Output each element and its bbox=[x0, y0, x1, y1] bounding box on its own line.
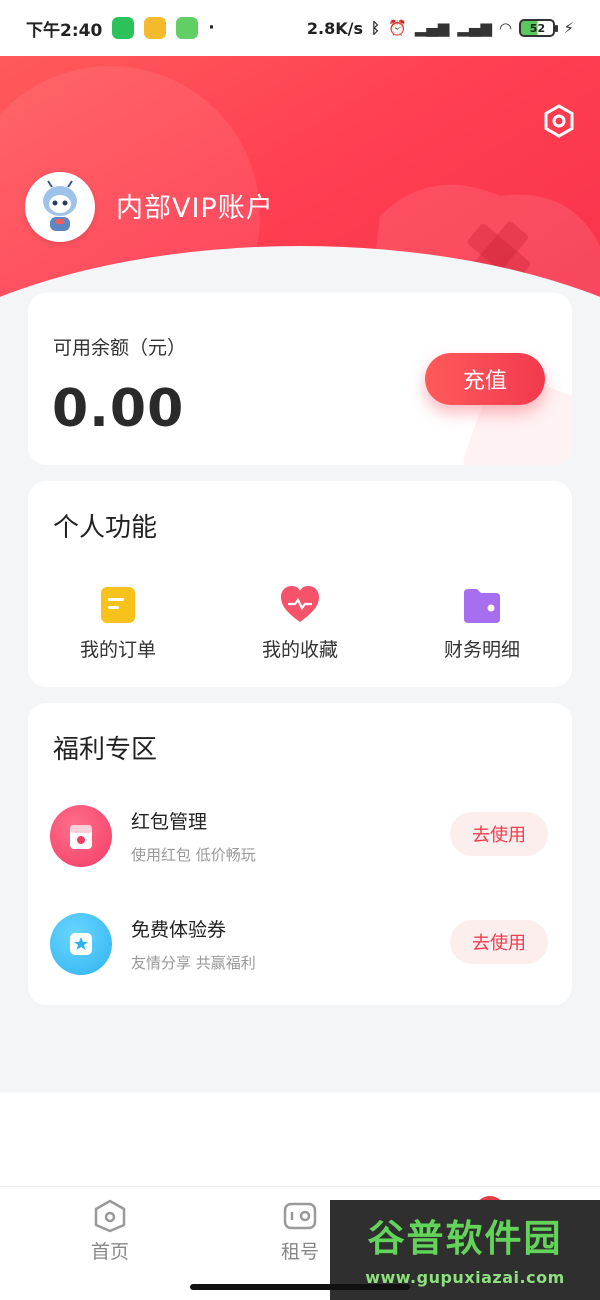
bluetooth-icon: ᛒ bbox=[370, 19, 380, 37]
alarm-icon: ⏰ bbox=[388, 19, 407, 37]
welfare-card: 福利专区 红包管理 使用红包 低价畅玩 去使用 免费体验券 友情分享 共赢福利 … bbox=[28, 703, 572, 1005]
watermark-title: 谷普软件园 bbox=[367, 1217, 563, 1260]
coupon-icon bbox=[50, 913, 112, 975]
battery-icon: 52 bbox=[519, 19, 559, 37]
tab-label: 首页 bbox=[90, 1241, 129, 1263]
signal-hd-icon: ▂▄▆ bbox=[414, 19, 450, 37]
finance-details-button[interactable]: 财务明细 bbox=[412, 585, 552, 662]
network-speed: 2.8K/s bbox=[306, 18, 363, 38]
settings-hexagon-icon[interactable] bbox=[542, 104, 576, 138]
func-label: 财务明细 bbox=[443, 639, 520, 661]
robot-mascot-icon bbox=[43, 180, 77, 231]
wechat-icon bbox=[112, 17, 135, 39]
home-icon bbox=[94, 1199, 126, 1233]
battery-level: 52 bbox=[529, 21, 546, 35]
red-packet-icon bbox=[50, 805, 112, 867]
charging-icon: ⚡ bbox=[563, 19, 574, 37]
list-item: 红包管理 使用红包 低价畅玩 去使用 bbox=[28, 795, 572, 881]
use-red-packet-button[interactable]: 去使用 bbox=[450, 812, 548, 856]
func-label: 我的订单 bbox=[79, 639, 156, 661]
status-bar: 下午2:40 · 2.8K/s ᛒ ⏰ ▂▄▆ ▂▄▆ ◠ 52 ⚡ bbox=[0, 0, 600, 56]
use-coupon-button[interactable]: 去使用 bbox=[450, 920, 548, 964]
balance-label: 可用余额（元） bbox=[53, 337, 187, 359]
balance-value: 0.00 bbox=[52, 379, 185, 439]
func-label: 我的收藏 bbox=[261, 639, 338, 661]
recharge-button[interactable]: 充值 bbox=[425, 353, 545, 405]
wallet-folder-icon bbox=[464, 589, 500, 623]
welfare-subtitle: 使用红包 低价畅玩 bbox=[131, 846, 256, 864]
my-orders-button[interactable]: 我的订单 bbox=[48, 585, 188, 662]
gamepad-icon bbox=[283, 1202, 317, 1230]
my-favorites-button[interactable]: 我的收藏 bbox=[230, 585, 370, 662]
balance-card: 可用余额（元） 0.00 充值 bbox=[28, 293, 572, 465]
avatar[interactable] bbox=[25, 172, 95, 242]
signal-hd-2-icon: ▂▄▆ bbox=[457, 19, 492, 37]
tab-home[interactable]: 首页 bbox=[50, 1199, 170, 1264]
favorite-heart-icon bbox=[281, 586, 319, 622]
welfare-subtitle: 友情分享 共赢福利 bbox=[131, 954, 256, 972]
wifi-icon: ◠ bbox=[499, 19, 512, 37]
content-bottom-area bbox=[0, 1093, 600, 1186]
welfare-title: 免费体验券 bbox=[131, 919, 227, 941]
section-title: 个人功能 bbox=[53, 513, 158, 543]
home-indicator bbox=[190, 1284, 410, 1290]
personal-functions-card: 个人功能 我的订单 我的收藏 财务明细 bbox=[28, 481, 572, 687]
order-icon bbox=[101, 587, 135, 623]
list-item: 免费体验券 友情分享 共赢福利 去使用 bbox=[28, 903, 572, 989]
section-title: 福利专区 bbox=[53, 735, 158, 765]
account-name: 内部VIP账户 bbox=[116, 193, 274, 224]
status-time: 下午2:40 bbox=[26, 20, 103, 41]
weibo-icon bbox=[144, 17, 167, 39]
welfare-title: 红包管理 bbox=[131, 811, 208, 833]
dot-icon: · bbox=[208, 18, 215, 38]
android-icon bbox=[176, 17, 199, 39]
tab-label: 租号 bbox=[280, 1241, 319, 1263]
